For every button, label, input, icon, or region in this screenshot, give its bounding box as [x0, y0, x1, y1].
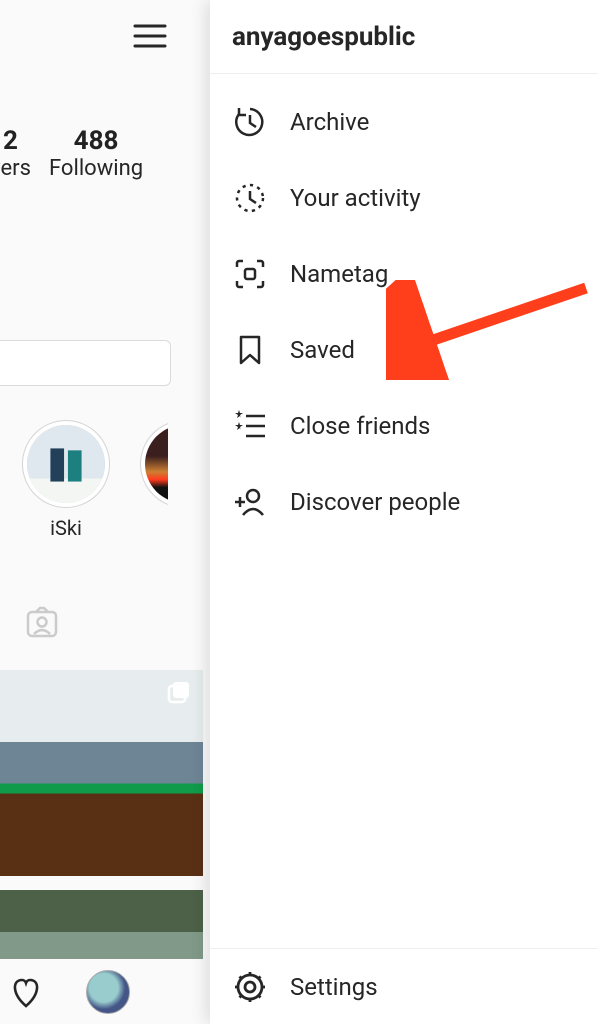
story-thumbnail-icon: [27, 425, 105, 503]
carousel-icon: [167, 680, 193, 706]
archive-icon: [233, 105, 267, 139]
tagged-icon: [22, 602, 62, 642]
followers-label: vers: [0, 156, 31, 181]
nametag-icon: [233, 257, 267, 291]
following-count: 488: [49, 126, 143, 156]
menu-label: Saved: [290, 336, 355, 364]
menu-label: Close friends: [290, 412, 430, 440]
settings-icon: [233, 970, 267, 1004]
settings-label: Settings: [290, 973, 378, 1001]
activity-icon: [233, 181, 267, 215]
hamburger-icon: [133, 22, 167, 50]
profile-tab[interactable]: [86, 970, 130, 1014]
tagged-tab[interactable]: [22, 602, 62, 646]
side-drawer: anyagoespublic Archive Your activity: [210, 0, 598, 1024]
bottom-nav: [0, 959, 210, 1024]
followers-count: 2: [0, 126, 31, 156]
menu-button[interactable]: [130, 16, 170, 56]
menu-label: Nametag: [290, 260, 388, 288]
heart-icon: [6, 972, 46, 1012]
edit-profile-button[interactable]: [0, 340, 171, 386]
following-label: Following: [49, 156, 143, 181]
menu-item-close-friends[interactable]: Close friends: [210, 388, 598, 464]
story-highlight-iski[interactable]: iSki: [22, 420, 110, 540]
menu-label: Your activity: [290, 184, 421, 212]
story-label: iSki: [22, 516, 110, 540]
post-thumbnail[interactable]: [0, 670, 203, 876]
profile-stats: 2 vers 488 Following: [0, 126, 143, 181]
menu-item-activity[interactable]: Your activity: [210, 160, 598, 236]
story-highlights: iSki Sk: [22, 420, 228, 540]
drawer-username: anyagoespublic: [210, 0, 598, 74]
post-thumbnail[interactable]: [0, 890, 203, 960]
menu-label: Discover people: [290, 488, 460, 516]
menu-item-discover[interactable]: Discover people: [210, 464, 598, 540]
bookmark-icon: [233, 333, 267, 367]
profile-background: 2 vers 488 Following iSki Sk: [0, 0, 210, 1024]
close-friends-icon: [233, 409, 267, 443]
activity-tab[interactable]: [6, 972, 46, 1012]
stat-followers[interactable]: 2 vers: [0, 126, 31, 181]
menu-item-saved[interactable]: Saved: [210, 312, 598, 388]
stat-following[interactable]: 488 Following: [49, 126, 143, 181]
menu-item-archive[interactable]: Archive: [210, 84, 598, 160]
menu-item-nametag[interactable]: Nametag: [210, 236, 598, 312]
menu-label: Archive: [290, 108, 369, 136]
discover-people-icon: [233, 485, 267, 519]
menu-item-settings[interactable]: Settings: [210, 948, 598, 1024]
drawer-menu: Archive Your activity Nametag: [210, 74, 598, 540]
